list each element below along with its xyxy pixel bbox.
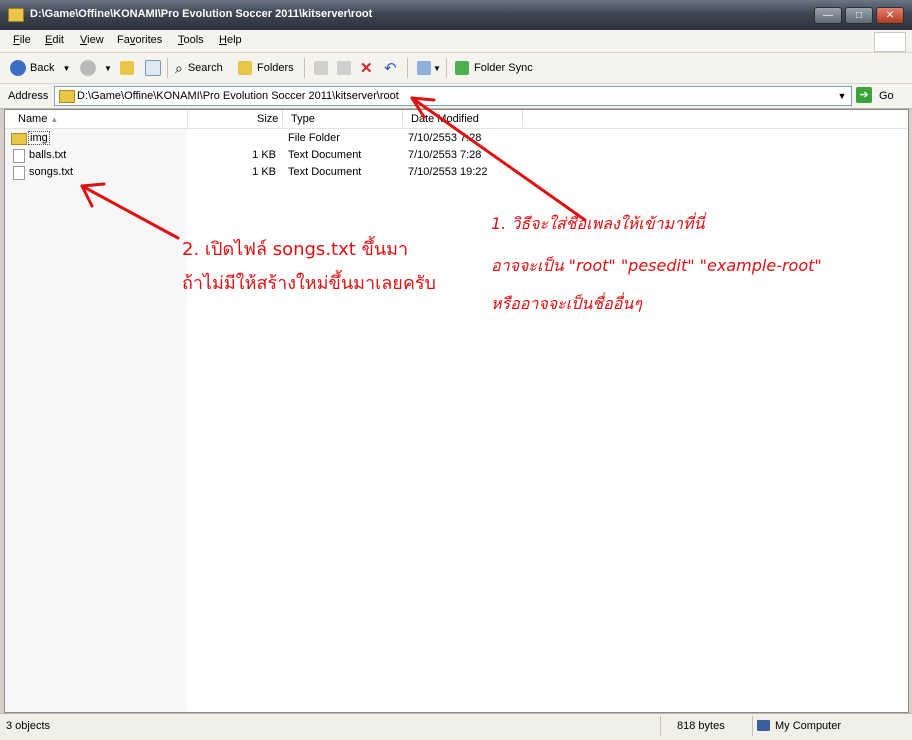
arrow-to-songs-line — [80, 184, 180, 240]
annotation-step-1-line-3: หรืออาจจะเป็นชื่ออื่นๆ — [491, 294, 642, 313]
annotation-step-1-line-1: 1. วิธีจะใส่ชื่อเพลงให้เข้ามาที่นี่ — [491, 214, 705, 233]
arrow-to-address-line — [410, 96, 587, 222]
annotation-step-1-line-2: อาจจะเป็น "root" "pesedit" "example-root… — [491, 256, 822, 275]
annotation-step-2-line-1: 2. เปิดไฟล์ songs.txt ขึ้นมา — [182, 239, 409, 260]
annotation-step-2-line-2: ถ้าไม่มีให้สร้างใหม่ขึ้นมาเลยครับ — [182, 273, 436, 294]
annotation-arrows — [80, 96, 587, 240]
